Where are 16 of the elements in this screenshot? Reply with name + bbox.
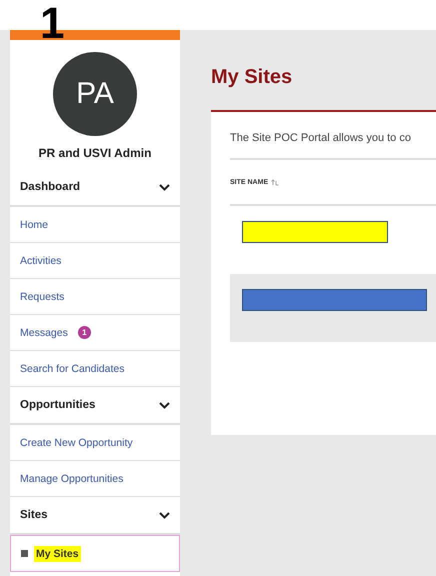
nav-item[interactable]: Create New Opportunity — [10, 425, 180, 461]
chevron-icon — [159, 402, 170, 408]
user-name: PR and USVI Admin — [38, 146, 152, 162]
nav-item[interactable]: Messages 1 — [10, 315, 180, 351]
avatar: PA — [53, 52, 137, 136]
chevron-icon — [159, 184, 170, 190]
nav-item[interactable]: Activities — [10, 243, 180, 279]
page-title: My Sites — [211, 66, 294, 90]
count-badge: 1 — [78, 326, 91, 339]
chevron-icon — [159, 512, 170, 518]
intro-text: The Site POC Portal allows you to co — [230, 132, 412, 146]
nav-item[interactable]: Home — [10, 207, 180, 243]
nav-item[interactable]: Requests — [10, 279, 180, 315]
sort-icon — [271, 178, 280, 186]
nav-item[interactable]: My Sites — [10, 535, 180, 572]
square-icon — [21, 550, 28, 557]
